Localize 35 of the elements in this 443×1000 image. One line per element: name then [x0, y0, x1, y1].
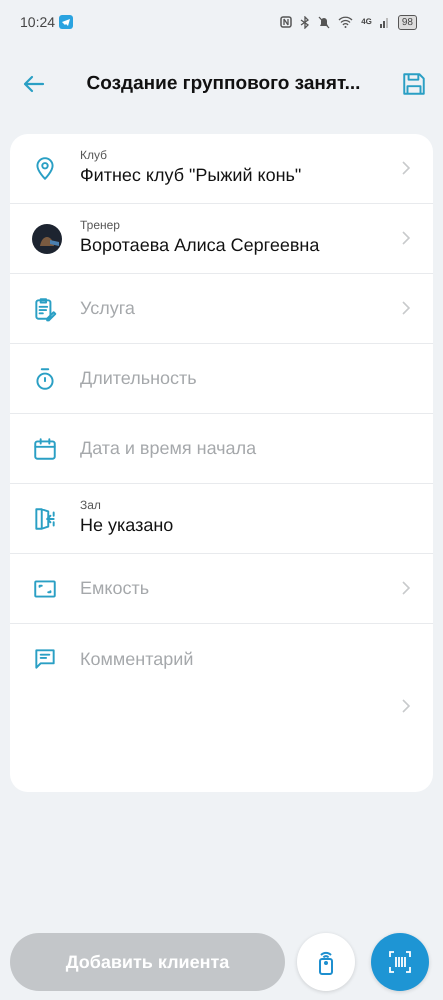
wifi-icon — [338, 16, 354, 28]
form-row[interactable]: Зал Не указано — [10, 484, 433, 554]
field-label: Клуб — [80, 148, 108, 162]
field-placeholder: Комментарий — [80, 648, 194, 671]
form-row[interactable]: Услуга — [10, 274, 433, 344]
screen-title: Создание группового занят... — [86, 72, 362, 96]
battery-level: 98 — [398, 14, 417, 30]
status-time: 10:24 — [20, 12, 56, 32]
form-row[interactable]: Емкость — [10, 554, 433, 624]
field-placeholder: Дата и время начала — [80, 437, 258, 460]
field-label: Зал — [80, 498, 102, 512]
form-row[interactable]: Комментарий — [10, 624, 433, 792]
form-row[interactable]: Дата и время начала — [10, 414, 433, 484]
form-row[interactable]: Клуб Фитнес клуб "Рыжий конь" — [10, 134, 433, 204]
field-label: Тренер — [80, 218, 121, 232]
barcode-scan-icon — [387, 949, 413, 975]
calendar-icon — [32, 436, 58, 462]
network-type: 4G — [361, 16, 372, 28]
field-placeholder: Услуга — [80, 297, 136, 320]
field-value: Фитнес клуб "Рыжий конь" — [80, 164, 302, 188]
signal-icon — [380, 16, 390, 28]
field-placeholder: Емкость — [80, 577, 150, 600]
muted-bell-icon — [318, 16, 330, 28]
trainer-avatar — [32, 224, 62, 254]
phone-signal-button[interactable] — [297, 933, 355, 991]
nfc-icon — [280, 16, 292, 28]
field-placeholder: Длительность — [80, 367, 198, 390]
telegram-icon — [59, 15, 74, 29]
field-value: Не указано — [80, 514, 174, 538]
field-value: Воротаева Алиса Сергеевна — [80, 234, 320, 258]
bluetooth-icon — [300, 16, 310, 28]
form-row[interactable]: Тренер Воротаева Алиса Сергеевна — [10, 204, 433, 274]
form-row[interactable]: Длительность — [10, 344, 433, 414]
barcode-scan-button[interactable] — [371, 933, 429, 991]
save-icon[interactable] — [401, 71, 427, 97]
